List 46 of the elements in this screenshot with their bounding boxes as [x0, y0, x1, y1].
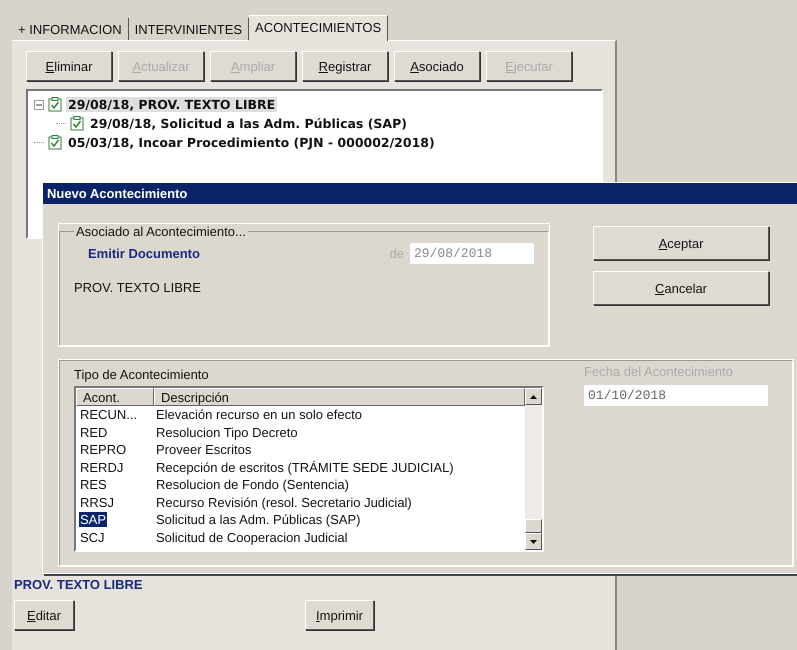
list-cell[interactable]: RERDJ [79, 460, 124, 475]
list-cell[interactable]: RECUN... [79, 407, 138, 422]
date-field[interactable]: 01/10/2018 [584, 385, 768, 406]
edit-button[interactable]: Editar [14, 600, 74, 630]
list-cell[interactable]: SCJ [79, 530, 106, 545]
event-name: Emitir Documento [88, 246, 200, 261]
scroll-down-icon[interactable] [525, 533, 542, 550]
scrollbar[interactable] [525, 388, 542, 550]
date-field[interactable]: 29/08/2018 [410, 243, 534, 264]
group-legend: Tipo de Acontecimiento [74, 367, 209, 382]
list-cell[interactable]: Solicitud de Cooperacion Judicial [154, 530, 348, 545]
tree-item[interactable]: 29/08/18, PROV. TEXTO LIBRE [66, 97, 278, 112]
accept-button[interactable]: Aceptar [593, 226, 769, 260]
document-title: PROV. TEXTO LIBRE [13, 577, 144, 592]
cancel-button[interactable]: Cancelar [593, 271, 769, 305]
tab[interactable]: INTERVINIENTES [128, 18, 250, 40]
list-cell[interactable]: Recepción de escritos (TRÁMITE SEDE JUDICIAL) [154, 460, 454, 475]
list-cell[interactable]: REPRO [79, 442, 128, 458]
group-legend: Asociado al Acontecimiento... [74, 224, 248, 239]
tab[interactable]: ACONTECIMIENTOS [249, 15, 388, 41]
event-description: PROV. TEXTO LIBRE [74, 280, 202, 295]
list-cell[interactable]: Resolucion de Fondo (Sentencia) [154, 477, 349, 492]
checked-clipboard-icon [70, 116, 84, 131]
checked-clipboard-icon [48, 135, 62, 150]
column-header[interactable]: Descripción [154, 388, 525, 406]
list-cell[interactable]: Resolucion Tipo Decreto [154, 424, 298, 440]
list-cell[interactable]: RRSJ [79, 494, 115, 510]
list-cell[interactable]: RED [79, 424, 108, 440]
list-cell[interactable]: Proveer Escritos [154, 442, 252, 458]
dialog-title: Nuevo Acontecimiento [43, 183, 797, 204]
toolbar-button[interactable]: Asociado [394, 51, 480, 81]
tree-item[interactable]: 29/08/18, Solicitud a las Adm. Públicas (SAP) [88, 116, 409, 131]
toolbar-button[interactable]: Registrar [302, 51, 388, 81]
print-button[interactable]: Imprimir [305, 600, 374, 630]
list-cell[interactable]: SAP [79, 512, 108, 528]
column-header[interactable]: Acont. [76, 388, 154, 406]
tree-item[interactable]: 05/03/18, Incoar Procedimiento (PJN - 000002/2018) [66, 135, 437, 150]
list-cell[interactable]: RES [79, 477, 108, 492]
list-cell[interactable]: Elevación recurso en un solo efecto [154, 407, 362, 422]
list-cell[interactable]: Solicitud a las Adm. Públicas (SAP) [154, 512, 360, 528]
checked-clipboard-icon [48, 97, 62, 112]
scroll-thumb[interactable] [525, 519, 542, 533]
toolbar-button[interactable]: Eliminar [26, 51, 112, 81]
scroll-up-icon[interactable] [525, 388, 542, 405]
list-cell[interactable]: Recurso Revisión (resol. Secretario Judicial) [154, 494, 412, 510]
collapse-icon[interactable] [34, 100, 44, 110]
